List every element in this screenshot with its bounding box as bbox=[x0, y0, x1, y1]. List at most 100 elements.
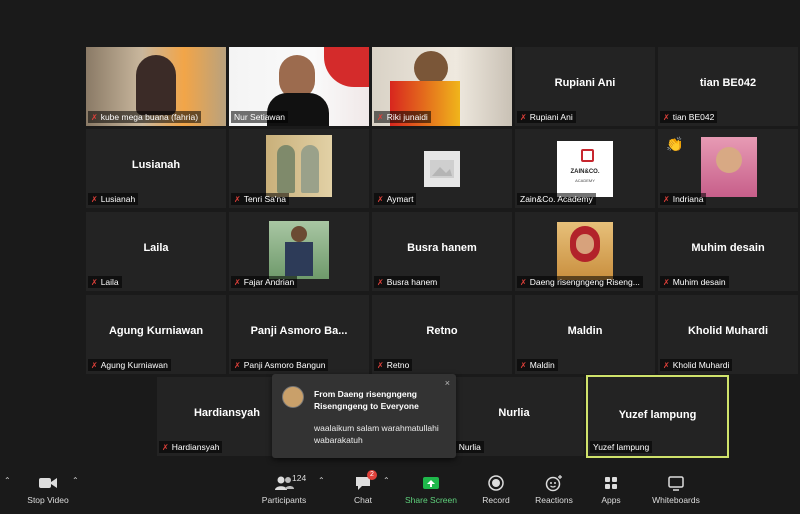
video-tile[interactable]: ✗ Aymart bbox=[372, 129, 512, 208]
whiteboards-button[interactable]: Whiteboards bbox=[646, 474, 706, 505]
participant-name-label: ✗ Rupiani Ani bbox=[517, 111, 576, 123]
participant-name-label: ✗ Laila bbox=[88, 276, 122, 288]
muted-mic-icon: ✗ bbox=[377, 278, 384, 287]
participant-name: Retno bbox=[426, 325, 458, 337]
muted-mic-icon: ✗ bbox=[663, 278, 670, 287]
participant-face bbox=[576, 234, 594, 254]
participant-name-label: ✗ kube mega buana (fahria) bbox=[88, 111, 202, 123]
muted-mic-icon: ✗ bbox=[91, 278, 98, 287]
video-tile[interactable]: Retno ✗ Retno bbox=[372, 295, 512, 374]
participant-face bbox=[414, 51, 448, 85]
chevron-up-icon[interactable]: ⌃ bbox=[4, 476, 11, 485]
participant-name-label: ✗ Daeng risengngeng Riseng... bbox=[517, 276, 643, 288]
muted-mic-icon: ✗ bbox=[663, 361, 670, 370]
participant-name-label: ✗ Riki junaidi bbox=[374, 111, 431, 123]
participant-name: Busra hanem bbox=[407, 242, 477, 254]
video-tile[interactable]: ZAIN&CO. ACADEMY Zain&Co. Academy bbox=[515, 129, 655, 208]
participant-name: Muhim desain bbox=[691, 242, 765, 254]
video-tile[interactable]: ✗ Riki junaidi bbox=[372, 47, 512, 126]
participant-name: Lusianah bbox=[131, 159, 181, 171]
placeholder-avatar-icon bbox=[424, 151, 460, 187]
muted-mic-icon: ✗ bbox=[377, 361, 384, 370]
participant-name: Rupiani Ani bbox=[554, 77, 616, 89]
video-tile[interactable]: Nur Setiawan bbox=[229, 47, 369, 126]
video-tile[interactable]: Busra hanem ✗ Busra hanem bbox=[372, 212, 512, 291]
chat-label: Chat bbox=[354, 495, 372, 505]
chevron-up-icon[interactable]: ⌃ bbox=[383, 476, 390, 485]
chevron-up-icon[interactable]: ⌃ bbox=[72, 476, 79, 485]
muted-mic-icon: ✗ bbox=[520, 113, 527, 122]
video-tile[interactable]: ✗ Daeng risengngeng Riseng... bbox=[515, 212, 655, 291]
whiteboard-icon bbox=[668, 476, 684, 491]
muted-mic-icon: ✗ bbox=[234, 195, 241, 204]
video-tile[interactable]: 👏 ✗ Indriana bbox=[658, 129, 798, 208]
chevron-up-icon[interactable]: ⌃ bbox=[318, 476, 325, 485]
person-figure bbox=[301, 145, 319, 193]
video-tile[interactable]: Maldin ✗ Maldin bbox=[515, 295, 655, 374]
zain-co-logo: ZAIN&CO. ACADEMY bbox=[557, 141, 613, 197]
participants-icon-group: 124 bbox=[256, 473, 312, 492]
participant-name: Panji Asmoro Ba... bbox=[250, 325, 348, 337]
participants-label: Participants bbox=[261, 495, 307, 505]
sender-avatar bbox=[282, 386, 304, 408]
record-button[interactable]: Record bbox=[476, 474, 516, 505]
participant-name-label: ✗ Panji Asmoro Bangun bbox=[231, 359, 329, 371]
muted-mic-icon: ✗ bbox=[91, 361, 98, 370]
stop-video-label: Stop Video bbox=[27, 495, 69, 505]
muted-mic-icon: ✗ bbox=[234, 278, 241, 287]
video-tile[interactable]: Panji Asmoro Ba... ✗ Panji Asmoro Bangun bbox=[229, 295, 369, 374]
record-label: Record bbox=[482, 495, 510, 505]
close-icon[interactable]: × bbox=[445, 378, 450, 388]
chat-unread-badge: 2 bbox=[367, 470, 377, 480]
participant-name: Maldin bbox=[567, 325, 603, 337]
chat-notification-popup[interactable]: From Daeng risengngeng Risengngeng to Ev… bbox=[272, 374, 456, 458]
apps-button[interactable]: Apps bbox=[596, 474, 626, 505]
reactions-label: Reactions bbox=[535, 495, 573, 505]
participant-name-label: ✗ Tenri Sa'na bbox=[231, 193, 289, 205]
participant-name-label: ✗ Retno bbox=[374, 359, 413, 371]
muted-mic-icon: ✗ bbox=[520, 361, 527, 370]
video-tile[interactable]: ✗ kube mega buana (fahria) bbox=[86, 47, 226, 126]
video-tile[interactable]: Nurlia ✗Nurlia bbox=[444, 377, 584, 456]
participants-button[interactable]: 124 Participants bbox=[256, 473, 312, 505]
chat-message: waalaikum salam warahmatullahi wabarakat… bbox=[314, 423, 439, 445]
video-tile[interactable]: Laila ✗ Laila bbox=[86, 212, 226, 291]
share-screen-icon bbox=[423, 477, 439, 489]
video-tile[interactable]: ✗ Fajar Andrian bbox=[229, 212, 369, 291]
muted-mic-icon: ✗ bbox=[663, 113, 670, 122]
person-figure bbox=[277, 145, 295, 193]
raised-hand-icon: 👏 bbox=[666, 136, 684, 152]
logo-mark-icon bbox=[581, 149, 594, 162]
logo-text: ZAIN&CO. bbox=[570, 169, 600, 175]
reactions-button[interactable]: Reactions bbox=[530, 474, 578, 505]
participant-name: tian BE042 bbox=[699, 77, 757, 89]
chat-sender: From Daeng risengngeng Risengngeng to Ev… bbox=[314, 389, 419, 411]
smiley-plus-icon bbox=[545, 475, 562, 492]
video-camera-icon bbox=[39, 478, 57, 488]
participant-name-label: ✗ Muhim desain bbox=[660, 276, 729, 288]
participant-name-label: ✗ Aymart bbox=[374, 193, 417, 205]
video-tile[interactable]: tian BE042 ✗ tian BE042 bbox=[658, 47, 798, 126]
muted-mic-icon: ✗ bbox=[234, 361, 241, 370]
video-tile[interactable]: Lusianah ✗ Lusianah bbox=[86, 129, 226, 208]
video-tile[interactable]: Agung Kurniawan ✗ Agung Kurniawan bbox=[86, 295, 226, 374]
active-speaker-tile[interactable]: Yuzef lampung Yuzef lampung bbox=[586, 375, 729, 458]
participant-name-label: Nur Setiawan bbox=[231, 111, 289, 123]
participant-name: Agung Kurniawan bbox=[108, 325, 204, 337]
participant-name: Nurlia bbox=[498, 407, 530, 419]
video-tile[interactable]: Rupiani Ani ✗ Rupiani Ani bbox=[515, 47, 655, 126]
share-screen-button[interactable]: Share Screen bbox=[403, 474, 459, 505]
chat-button[interactable]: 2 Chat bbox=[343, 470, 383, 505]
muted-mic-icon: ✗ bbox=[377, 195, 384, 204]
video-tile[interactable]: ✗ Tenri Sa'na bbox=[229, 129, 369, 208]
participant-shirt bbox=[285, 242, 313, 276]
meeting-toolbar: ⌃ Stop Video ⌃ 124 Participants ⌃ 2 Chat… bbox=[0, 470, 800, 514]
video-tile[interactable]: Muhim desain ✗ Muhim desain bbox=[658, 212, 798, 291]
participant-name-label: Zain&Co. Academy bbox=[517, 193, 596, 205]
chat-icon-group: 2 bbox=[343, 470, 383, 492]
participant-name-label: ✗ Kholid Muhardi bbox=[660, 359, 733, 371]
stop-video-button[interactable]: Stop Video bbox=[22, 474, 74, 505]
participant-name-label: ✗ Indriana bbox=[660, 193, 707, 205]
video-tile[interactable]: Kholid Muhardi ✗ Kholid Muhardi bbox=[658, 295, 798, 374]
muted-mic-icon: ✗ bbox=[520, 278, 527, 287]
